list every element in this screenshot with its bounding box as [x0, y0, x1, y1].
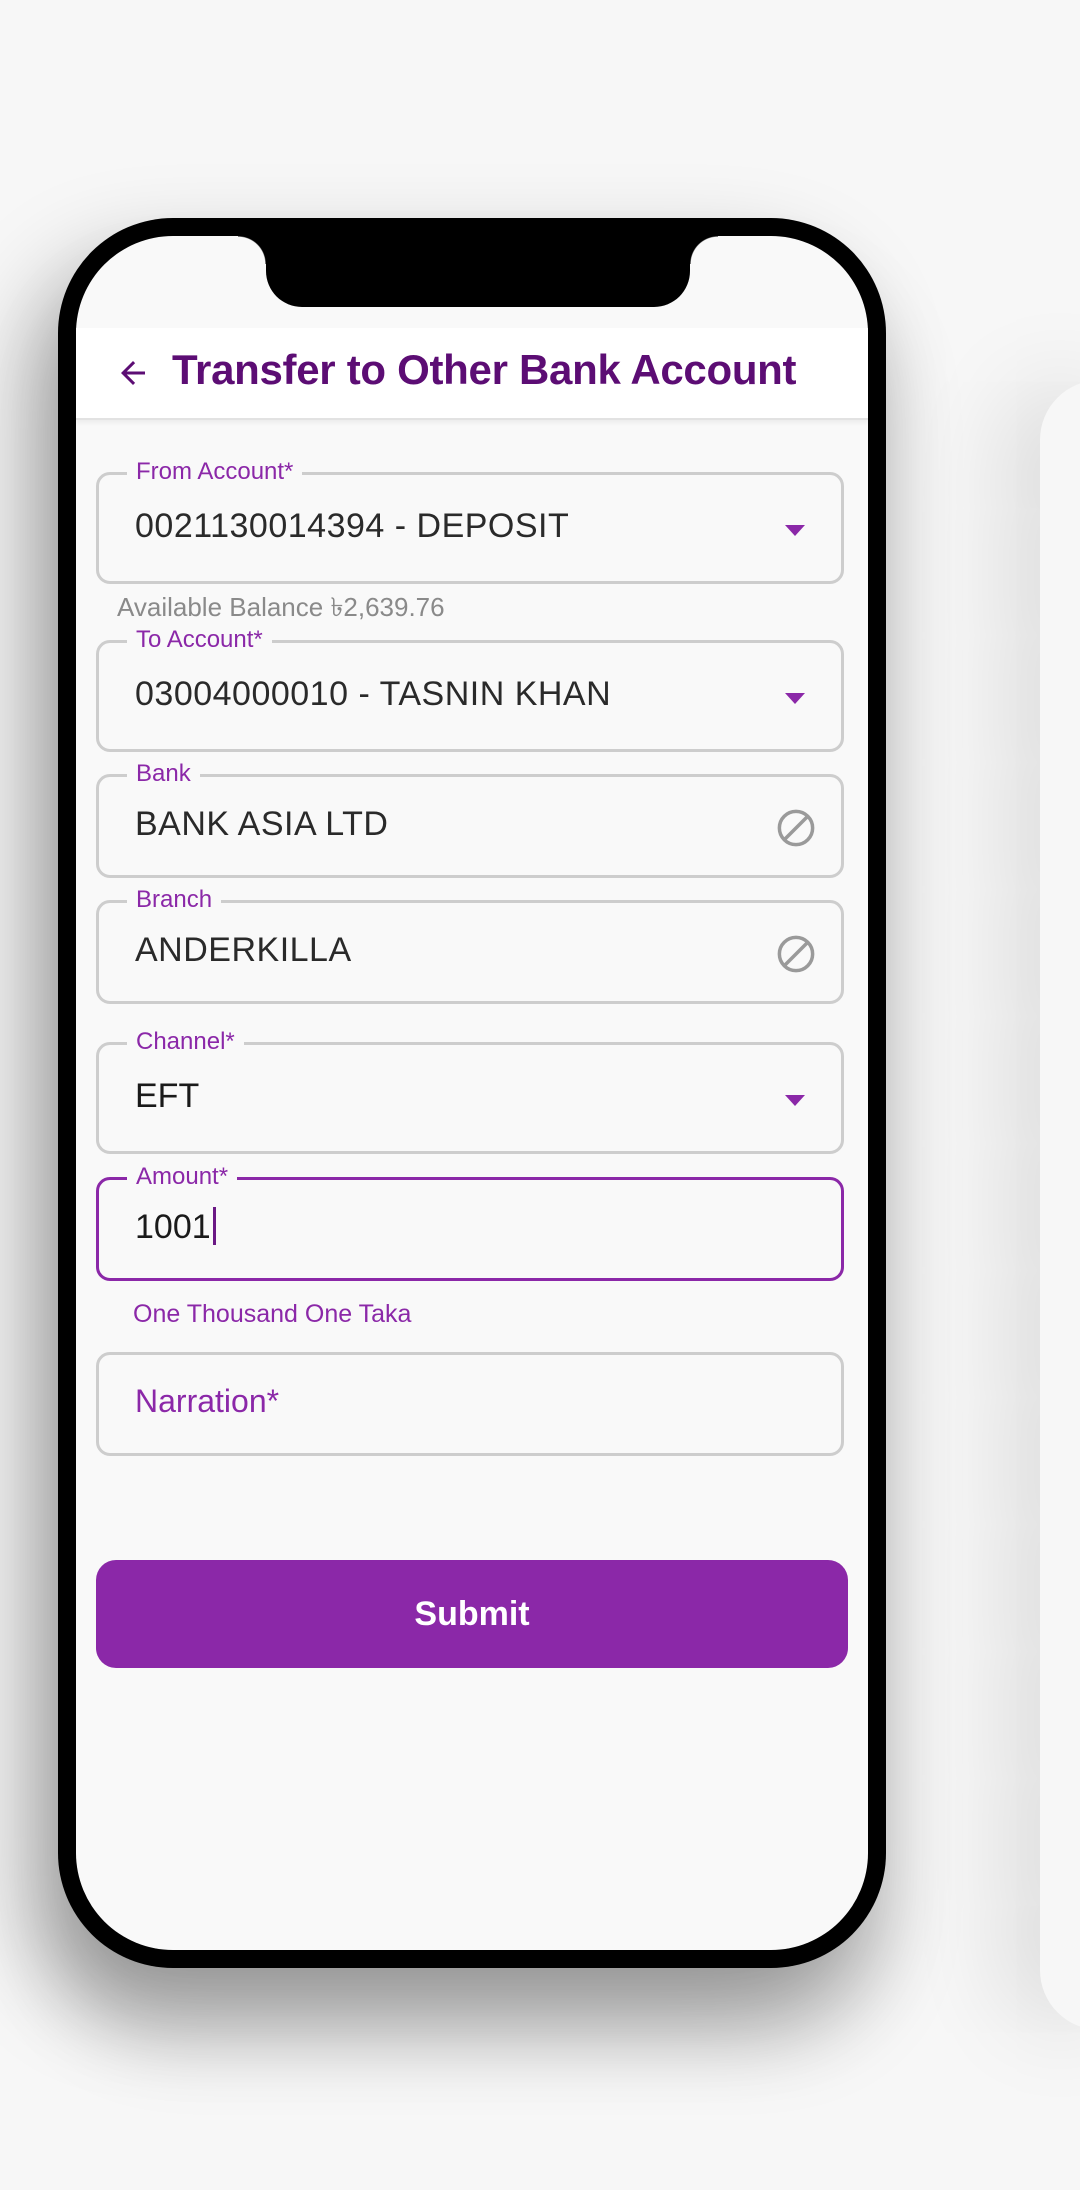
channel-value: EFT: [135, 1077, 200, 1115]
amount-value: 1001: [135, 1208, 211, 1246]
arrow-left-icon: [121, 361, 145, 385]
amount-label: Amount*: [127, 1162, 238, 1192]
app-bar: Transfer to Other Bank Account: [76, 328, 868, 420]
to-account-dropdown[interactable]: To Account* 03004000010 - TASNIN KHAN: [96, 625, 844, 752]
submit-button[interactable]: Submit: [96, 1560, 848, 1668]
bank-value: BANK ASIA LTD: [135, 805, 389, 843]
channel-label: Channel*: [127, 1027, 244, 1057]
to-account-label: To Account*: [127, 625, 272, 655]
back-button[interactable]: [108, 348, 158, 398]
amount-input[interactable]: Amount* 1001: [96, 1162, 844, 1281]
phone-screen: Transfer to Other Bank Account From Acco…: [76, 236, 868, 1950]
channel-dropdown[interactable]: Channel* EFT: [96, 1027, 844, 1154]
branch-field: Branch ANDERKILLA: [96, 885, 844, 1004]
branch-value: ANDERKILLA: [135, 931, 352, 969]
amount-in-words: One Thousand One Taka: [133, 1300, 412, 1328]
narration-placeholder: Narration*: [135, 1383, 280, 1419]
background-shadow: [1040, 380, 1080, 2030]
page-title: Transfer to Other Bank Account: [172, 346, 797, 393]
caret-down-icon[interactable]: [785, 525, 805, 536]
bank-label: Bank: [127, 759, 200, 789]
bank-field: Bank BANK ASIA LTD: [96, 759, 844, 878]
block-icon: [777, 935, 815, 973]
to-account-value: 03004000010 - TASNIN KHAN: [135, 675, 612, 713]
caret-down-icon[interactable]: [785, 693, 805, 704]
phone-frame: Transfer to Other Bank Account From Acco…: [58, 218, 886, 1968]
phone-notch: [238, 236, 718, 307]
text-cursor: [212, 1207, 216, 1246]
block-icon: [777, 809, 815, 847]
from-account-label: From Account*: [127, 457, 303, 487]
caret-down-icon[interactable]: [785, 1095, 805, 1106]
from-account-value: 0021130014394 - DEPOSIT: [135, 507, 570, 545]
narration-input[interactable]: Narration*: [96, 1352, 844, 1456]
from-account-dropdown[interactable]: From Account* 0021130014394 - DEPOSIT: [96, 457, 844, 584]
branch-label: Branch: [127, 885, 222, 915]
amount-value-wrap: 1001: [135, 1207, 216, 1248]
